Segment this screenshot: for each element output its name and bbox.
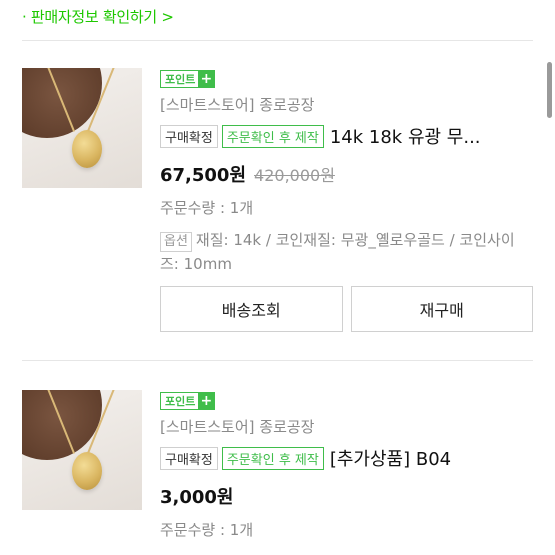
pendant-image	[72, 130, 102, 168]
product-thumbnail[interactable]	[22, 390, 142, 510]
option-text: 재질: 14k / 코인재질: 무광_옐로우골드 / 코인사이즈: 10mm	[160, 231, 515, 273]
order-quantity: 주문수량 : 1개	[160, 521, 254, 539]
divider	[22, 40, 533, 41]
status-tag: 구매확정	[160, 446, 218, 470]
seller-info-link[interactable]: · 판매자정보 확인하기 >	[22, 6, 174, 27]
order-option: 옵션 재질: 14k / 코인재질: 무광_옐로우골드 / 코인사이즈: 10mm	[160, 228, 533, 276]
point-badge-label: 포인트	[165, 73, 196, 86]
production-tag: 주문확인 후 제작	[221, 446, 324, 470]
production-tag: 주문확인 후 제작	[221, 124, 324, 148]
track-delivery-button[interactable]: 배송조회	[160, 286, 343, 332]
point-badge: 포인트 +	[160, 70, 216, 88]
scrollbar[interactable]	[547, 62, 552, 118]
option-label: 옵션	[160, 232, 192, 252]
price: 3,000원	[160, 487, 234, 508]
store-name[interactable]: [스마트스토어] 종로공장	[160, 94, 533, 115]
point-badge: 포인트 +	[160, 392, 216, 410]
pendant-image	[72, 452, 102, 490]
divider	[22, 360, 533, 361]
product-name[interactable]: 14k 18k 유광 무...	[330, 123, 481, 149]
store-name[interactable]: [스마트스토어] 종로공장	[160, 416, 533, 437]
product-name[interactable]: [추가상품] B04	[330, 445, 451, 471]
status-tag: 구매확정	[160, 124, 218, 148]
point-badge-label: 포인트	[165, 395, 196, 408]
plus-icon: +	[198, 393, 215, 409]
order-info: 포인트 + [스마트스토어] 종로공장 구매확정 주문확인 후 제작 14k 1…	[160, 68, 533, 276]
order-info: 포인트 + [스마트스토어] 종로공장 구매확정 주문확인 후 제작 [추가상품…	[160, 390, 533, 540]
original-price: 420,000원	[254, 166, 335, 185]
order-quantity: 주문수량 : 1개	[160, 199, 254, 217]
plus-icon: +	[198, 71, 215, 87]
product-thumbnail[interactable]	[22, 68, 142, 188]
rebuy-button[interactable]: 재구매	[350, 286, 533, 332]
price: 67,500원	[160, 165, 247, 186]
